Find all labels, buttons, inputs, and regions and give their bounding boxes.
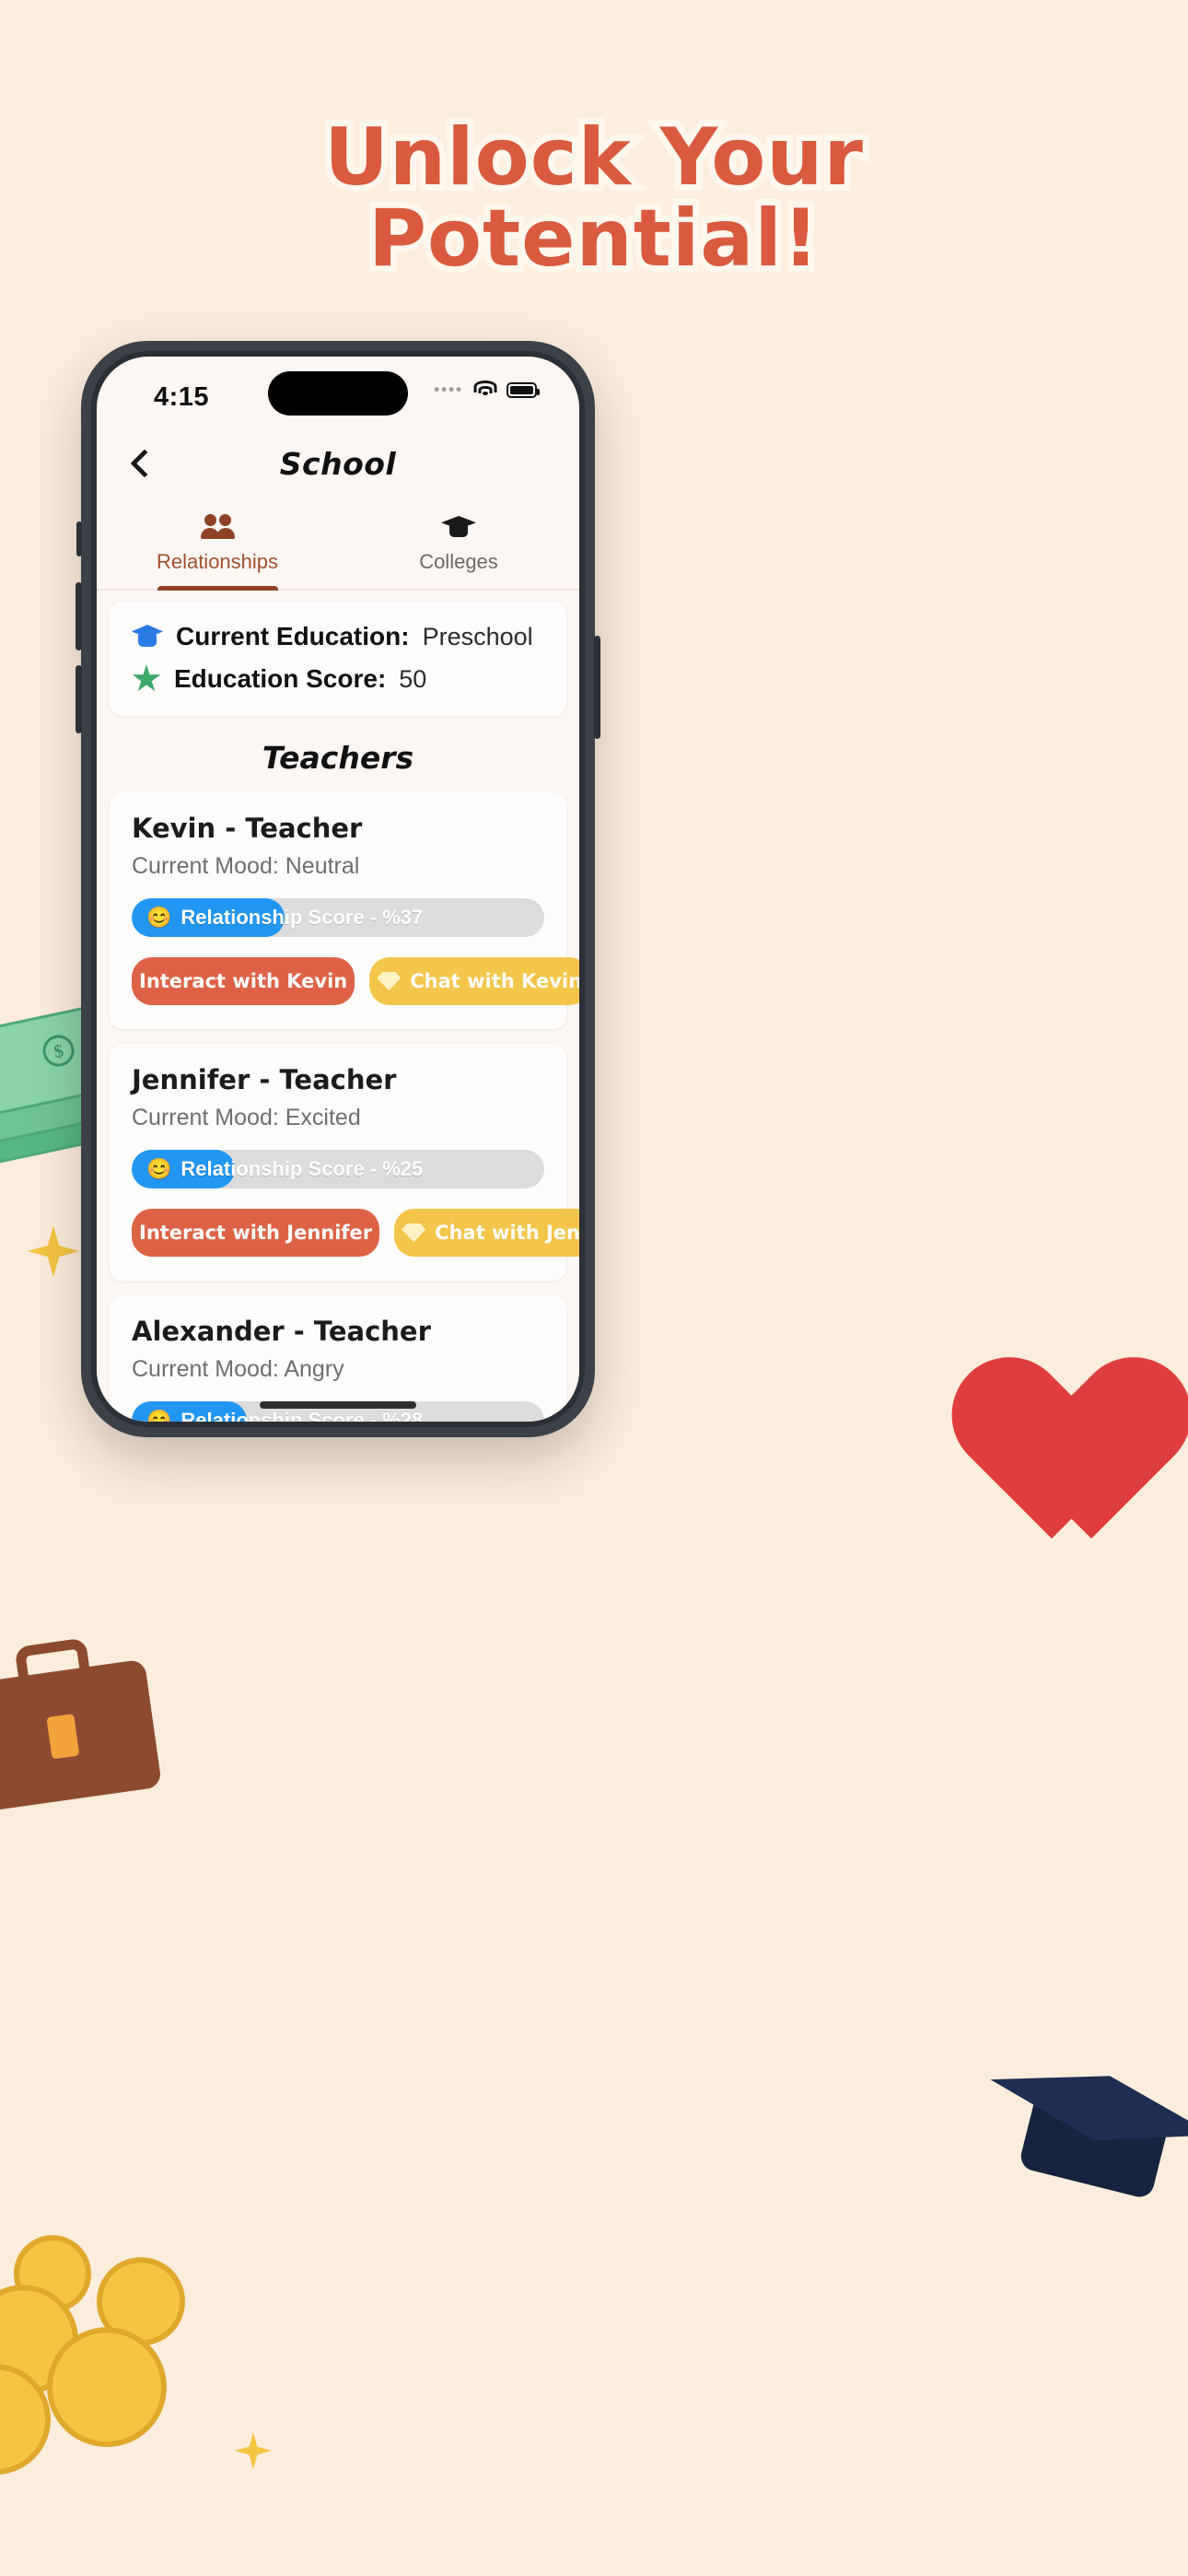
teachers-section-title: Teachers [262,740,414,776]
teacher-name: Jennifer - Teacher [132,1064,397,1095]
teacher-name: Alexander - Teacher [132,1316,431,1347]
gold-coins-illustration [0,2147,262,2475]
smiley-icon: 😊 [146,1157,172,1180]
status-icons: •••• [434,381,540,399]
sparkle-icon [28,1225,79,1277]
chat-button[interactable]: Chat with Jennifer [394,1209,579,1257]
education-score-value: 50 [399,664,427,693]
smiley-icon: 😊 [146,906,172,929]
relationship-score-bar: 😊 Relationship Score - %25 [132,1150,544,1188]
relationship-score-label: Relationship Score - %25 [181,1157,424,1180]
current-education-value: Preschool [422,622,533,650]
wifi-icon [472,381,497,399]
gem-icon [402,1224,426,1242]
nav-bar: School [97,428,579,498]
content-scroll-area[interactable]: Current Education: Preschool Education S… [97,591,579,1422]
current-education-row: Current Education: Preschool [132,622,544,651]
education-summary-card: Current Education: Preschool Education S… [110,602,566,716]
power-button[interactable] [594,636,600,739]
home-indicator [260,1401,416,1409]
tab-colleges-label: Colleges [419,550,498,573]
interact-button[interactable]: Interact with Jennifer [132,1209,380,1257]
phone-screen: 4:15 •••• School Relationships Colleges … [97,357,579,1422]
dynamic-island [268,371,408,416]
signal-dots-icon: •••• [434,381,463,398]
gem-icon [377,972,402,990]
smiley-icon: 😊 [146,1409,172,1422]
graduation-cap-icon [132,625,163,649]
people-icon [97,511,338,543]
headline-line-1: Unlock Your [318,111,869,205]
teacher-mood: Current Mood: Neutral [132,853,360,879]
chat-button-label: Chat with Kevin [410,970,579,992]
graduation-cap-icon [338,511,579,543]
volume-down-button[interactable] [76,665,82,733]
sparkle-icon-small [235,2432,272,2469]
volume-up-button[interactable] [76,582,82,650]
chevron-left-icon[interactable] [124,448,156,479]
current-education-label: Current Education: [176,622,410,650]
graduation-cap-illustration [956,2029,1188,2275]
tab-colleges[interactable]: Colleges [338,498,579,589]
action-row: Interact with Jennifer Chat with Jennife… [132,1209,579,1257]
phone-bezel: 4:15 •••• School Relationships Colleges … [91,351,585,1427]
teacher-mood: Current Mood: Excited [132,1105,361,1130]
relationship-score-label: Relationship Score - %28 [181,1409,424,1422]
phone-mockup: 4:15 •••• School Relationships Colleges … [76,341,600,1437]
relationship-score-bar: 😊 Relationship Score - %37 [132,898,544,937]
promo-headline: Unlock Your Potential! [0,111,1188,285]
tab-relationships-label: Relationships [156,550,279,573]
heart-illustration [1009,1333,1188,1557]
briefcase-illustration [0,1622,177,1819]
tab-bar: Relationships Colleges [97,498,579,591]
tab-relationships[interactable]: Relationships [97,498,338,591]
interact-button[interactable]: Interact with Kevin [132,957,355,1005]
chat-button-label: Chat with Jennifer [435,1222,579,1244]
relationship-score-label: Relationship Score - %37 [181,906,424,929]
teacher-name: Kevin - Teacher [132,813,363,844]
mute-switch[interactable] [76,521,82,556]
teacher-mood: Current Mood: Angry [132,1356,344,1382]
education-score-row: Education Score: 50 [132,664,544,694]
teacher-card: Kevin - Teacher Current Mood: Neutral 😊 … [110,792,579,1029]
status-time: 4:15 [154,382,210,412]
star-icon [132,664,161,692]
status-bar: 4:15 •••• [97,357,579,428]
headline-line-2: Potential! [362,192,825,285]
teacher-card: Jennifer - Teacher Current Mood: Excited… [110,1044,579,1281]
battery-full-icon [507,381,540,398]
chat-button[interactable]: Chat with Kevin [369,957,579,1005]
action-row: Interact with Kevin Chat with Kevin [132,957,579,1005]
page-title: School [279,445,397,482]
education-score-label: Education Score: [174,664,387,693]
